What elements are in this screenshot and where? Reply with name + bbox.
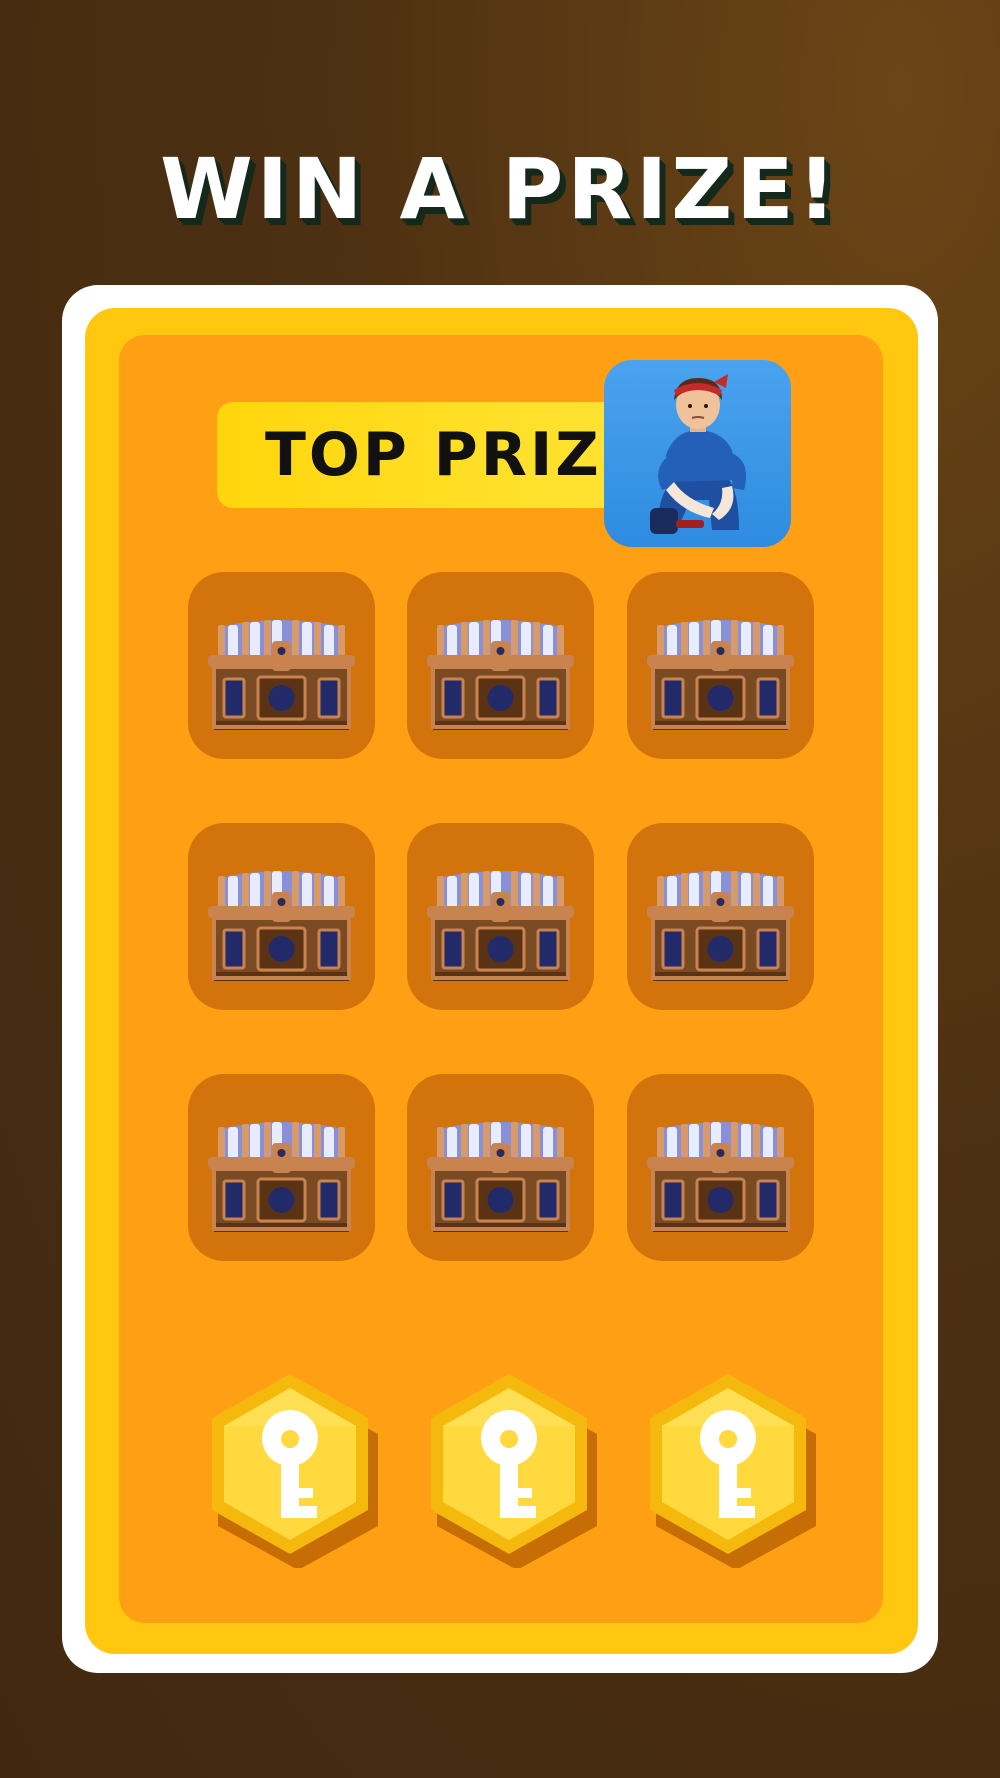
chest-slot[interactable] (188, 1074, 375, 1261)
chest-slot[interactable] (188, 823, 375, 1010)
page-title: WIN A PRIZE! (160, 140, 840, 238)
key-icon (431, 1374, 597, 1570)
treasure-chest-icon (647, 1122, 794, 1232)
key-badge (200, 1368, 380, 1570)
character-avatar-icon (650, 374, 747, 534)
treasure-chest-icon (427, 871, 574, 981)
chest-slot[interactable] (407, 572, 594, 759)
chest-slot[interactable] (627, 1074, 814, 1261)
chest-slot[interactable] (627, 823, 814, 1010)
treasure-chest-icon (208, 1122, 355, 1232)
key-icon (650, 1374, 816, 1570)
treasure-chest-icon (427, 1122, 574, 1232)
chest-slot[interactable] (627, 572, 814, 759)
chest-slot[interactable] (188, 572, 375, 759)
treasure-chest-icon (647, 871, 794, 981)
key-badge (638, 1368, 818, 1570)
treasure-chest-icon (427, 620, 574, 730)
top-prize-label: TOP PRIZE (265, 420, 646, 490)
chest-slot[interactable] (407, 823, 594, 1010)
treasure-chest-icon (208, 871, 355, 981)
chest-slot[interactable] (407, 1074, 594, 1261)
key-icon (212, 1374, 378, 1570)
key-badge (419, 1368, 599, 1570)
treasure-chest-icon (208, 620, 355, 730)
treasure-chest-icon (647, 620, 794, 730)
top-prize-character-image (604, 360, 791, 547)
